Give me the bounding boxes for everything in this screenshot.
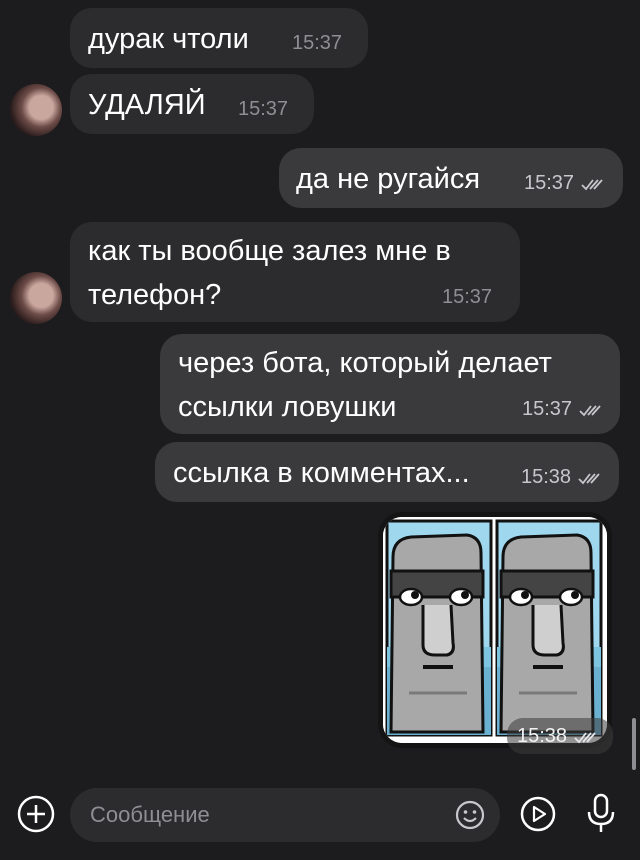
plus-circle-icon[interactable] bbox=[16, 794, 56, 834]
sticker-time-value: 15:38 bbox=[517, 725, 568, 747]
scroll-indicator[interactable] bbox=[632, 718, 636, 770]
sticker-time: 15:38 bbox=[507, 718, 613, 754]
message-text-line: ссылки ловушки bbox=[178, 391, 397, 423]
message-text-line: как ты вообще залез мне в bbox=[88, 235, 451, 267]
moai-sticker-image bbox=[383, 517, 607, 743]
smile-icon[interactable] bbox=[454, 799, 486, 831]
double-check-icon bbox=[581, 179, 603, 191]
message-time-value: 15:38 bbox=[521, 466, 572, 488]
message-incoming[interactable]: дурак чтоли 15:37 bbox=[70, 8, 368, 68]
message-time: 15:38 bbox=[521, 466, 603, 489]
message-time: 15:37 bbox=[522, 398, 604, 421]
message-time-value: 15:37 bbox=[524, 172, 575, 194]
message-input-placeholder: Сообщение bbox=[90, 802, 210, 827]
message-outgoing[interactable]: ссылка в комментах... 15:38 bbox=[155, 442, 619, 502]
message-text-line: через бота, который делает bbox=[178, 347, 552, 379]
message-text: да не ругайся bbox=[296, 163, 481, 195]
double-check-icon bbox=[578, 473, 600, 485]
chat-screen: дурак чтоли 15:37 УДАЛЯЙ 15:37 да не руг… bbox=[0, 0, 640, 860]
message-incoming[interactable]: УДАЛЯЙ 15:37 bbox=[70, 74, 314, 134]
message-outgoing[interactable]: через бота, который делает ссылки ловушк… bbox=[160, 334, 620, 434]
message-time: 15:37 bbox=[524, 172, 606, 195]
sender-avatar[interactable] bbox=[10, 272, 62, 324]
message-text-line: телефон? bbox=[88, 279, 222, 311]
message-incoming[interactable]: как ты вообще залез мне в телефон? 15:37 bbox=[70, 222, 520, 322]
message-text: УДАЛЯЙ bbox=[88, 89, 206, 121]
message-text: дурак чтоли bbox=[88, 23, 249, 55]
microphone-icon[interactable] bbox=[584, 792, 618, 836]
message-text: ссылка в комментах... bbox=[173, 457, 470, 489]
play-circle-icon[interactable] bbox=[518, 794, 558, 834]
double-check-icon bbox=[574, 732, 596, 744]
message-time-value: 15:37 bbox=[522, 398, 573, 420]
message-time: 15:37 bbox=[292, 32, 343, 54]
message-time: 15:37 bbox=[238, 98, 289, 120]
sender-avatar[interactable] bbox=[10, 84, 62, 136]
message-input-bar: Сообщение bbox=[0, 770, 640, 860]
message-outgoing[interactable]: да не ругайся 15:37 bbox=[279, 148, 623, 208]
message-input[interactable]: Сообщение bbox=[70, 788, 500, 842]
message-time: 15:37 bbox=[442, 286, 493, 308]
double-check-icon bbox=[579, 405, 601, 417]
moai-sticker[interactable] bbox=[378, 512, 612, 748]
